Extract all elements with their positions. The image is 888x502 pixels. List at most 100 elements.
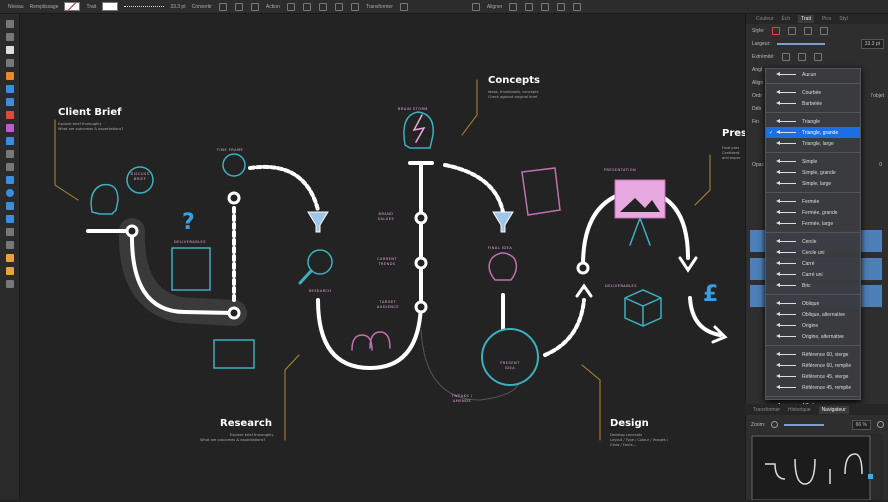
zoom-input[interactable]: 66 %	[851, 419, 871, 430]
menu-item[interactable]: Référence 45, remplie	[766, 382, 860, 393]
snapping-icon[interactable]	[471, 2, 480, 11]
stroke-swatch[interactable]	[102, 2, 119, 11]
tab-styles[interactable]: Styl	[839, 16, 847, 22]
menu-item[interactable]: Fermée	[766, 196, 860, 207]
tab-swatches[interactable]: Éch	[782, 16, 791, 22]
transparency-tool-icon[interactable]	[5, 137, 14, 145]
menu-item[interactable]: Bric	[766, 280, 860, 291]
menu-item[interactable]: Cercle uni	[766, 247, 860, 258]
menu-item[interactable]: Courbée	[766, 87, 860, 98]
triangle-tool-icon[interactable]	[5, 215, 14, 223]
convert-label: Convertir	[191, 3, 212, 10]
menu-item[interactable]: Simple, grande	[766, 167, 860, 178]
menu-item[interactable]: Référence 45, vierge	[766, 371, 860, 382]
menu-item[interactable]: Référence 60, vierge	[766, 349, 860, 360]
menu-item[interactable]: ✓ Triangle, grande	[766, 127, 860, 138]
canvas[interactable]: Client Brief Explore brief thoroughly Wh…	[20, 14, 747, 500]
smooth-node-icon[interactable]	[234, 2, 243, 11]
menu-item[interactable]: Triangle, large	[766, 138, 860, 149]
tab-navigator[interactable]: Navigateur	[818, 405, 849, 414]
brush-tool-icon[interactable]	[5, 98, 14, 106]
sharp-node-icon[interactable]	[218, 2, 227, 11]
smooth-curve-icon[interactable]	[318, 2, 327, 11]
menu-item[interactable]: Oblique, alternative	[766, 309, 860, 320]
tab-colour[interactable]: Couleur	[756, 16, 774, 22]
solid-line-icon[interactable]	[787, 26, 796, 35]
butt-cap-icon[interactable]	[781, 52, 790, 61]
menu-item[interactable]: Carré uni	[766, 269, 860, 280]
menu-item[interactable]: Origine	[766, 320, 860, 331]
research-label: RESEARCH	[308, 289, 332, 293]
artboard-tool-icon[interactable]	[5, 33, 14, 41]
move-tool-icon[interactable]	[5, 20, 14, 28]
menu-item[interactable]: Fermée, grande	[766, 207, 860, 218]
tab-brushes[interactable]: Pics	[822, 16, 831, 22]
hand-tool-icon[interactable]	[5, 267, 14, 275]
arrowhead-preview-icon	[776, 239, 796, 243]
zoom-in-icon[interactable]	[877, 421, 884, 428]
menu-item[interactable]: Simple, large	[766, 178, 860, 189]
close-curve-icon[interactable]	[302, 2, 311, 11]
tab-transform[interactable]: Transformer	[753, 407, 780, 413]
square-cap-icon[interactable]	[813, 52, 822, 61]
text-tool-icon[interactable]	[5, 228, 14, 236]
snap-grid-icon[interactable]	[557, 2, 566, 11]
dash-line-icon[interactable]	[803, 26, 812, 35]
menu-item[interactable]: Cercle	[766, 236, 860, 247]
smart-node-icon[interactable]	[250, 2, 259, 11]
menu-item[interactable]: Simple	[766, 156, 860, 167]
width-slider[interactable]	[124, 5, 165, 8]
fill-swatch[interactable]	[64, 2, 81, 11]
ellipse-tool-icon[interactable]	[5, 189, 14, 197]
join-curve-icon[interactable]	[334, 2, 343, 11]
zoom-tool-icon[interactable]	[5, 280, 14, 288]
crop-tool-icon[interactable]	[5, 163, 14, 171]
rectangle-tool-icon[interactable]	[5, 176, 14, 184]
stroke-label: Niveau	[8, 3, 24, 10]
menu-item[interactable]: Référence 60, remplie	[766, 360, 860, 371]
opacity-label: Opac	[752, 161, 764, 168]
tab-stroke[interactable]: Trait	[798, 15, 814, 23]
menu-item[interactable]: Barbelée	[766, 98, 860, 109]
eyedropper-icon[interactable]	[5, 254, 14, 262]
zoom-slider[interactable]	[784, 423, 825, 426]
fill-tool-icon[interactable]	[5, 111, 14, 119]
color-picker-icon[interactable]	[5, 124, 14, 132]
round-cap-icon[interactable]	[797, 52, 806, 61]
break-curve-icon[interactable]	[286, 2, 295, 11]
pencil-tool-icon[interactable]	[5, 85, 14, 93]
width-value[interactable]: 33.3 pt	[170, 4, 185, 10]
corner-tool-icon[interactable]	[5, 59, 14, 67]
tab-history[interactable]: Historique	[788, 407, 811, 413]
align-icon[interactable]	[509, 2, 518, 11]
style-row: Style:	[746, 24, 888, 37]
menu-item[interactable]: Fermée, large	[766, 218, 860, 229]
snap-geometry-icon[interactable]	[573, 2, 582, 11]
menu-item[interactable]: Carré	[766, 258, 860, 269]
menu-item[interactable]: Triangle	[766, 116, 860, 127]
distribute-icon[interactable]	[541, 2, 550, 11]
width-slider[interactable]	[776, 42, 825, 45]
place-image-icon[interactable]	[5, 150, 14, 158]
reverse-curve-icon[interactable]	[350, 2, 359, 11]
brush-line-icon[interactable]	[819, 26, 828, 35]
client-brief-title: Client Brief	[58, 107, 122, 118]
width-input[interactable]: 33.3 pt	[860, 38, 884, 49]
tools-panel	[0, 14, 20, 500]
rounded-rect-tool-icon[interactable]	[5, 202, 14, 210]
node-align-icon[interactable]	[525, 2, 534, 11]
dashed-path	[248, 164, 320, 212]
menu-item-label: Simple, grande	[802, 169, 836, 176]
zoom-out-icon[interactable]	[771, 421, 779, 428]
menu-item[interactable]: Origine, alternative	[766, 331, 860, 342]
node-tool-icon[interactable]	[5, 46, 14, 54]
no-stroke-icon[interactable]	[771, 26, 780, 35]
frame-text-icon[interactable]	[5, 241, 14, 249]
menu-item[interactable]: Oblique	[766, 298, 860, 309]
deliverables-label: DELIVERABLES	[174, 240, 206, 244]
navigator-preview[interactable]	[750, 434, 883, 501]
transform-mode-icon[interactable]	[399, 2, 408, 11]
pen-tool-icon[interactable]	[5, 72, 14, 80]
arrowhead-preview-icon	[776, 363, 796, 367]
menu-item[interactable]: Aucun	[766, 69, 860, 80]
